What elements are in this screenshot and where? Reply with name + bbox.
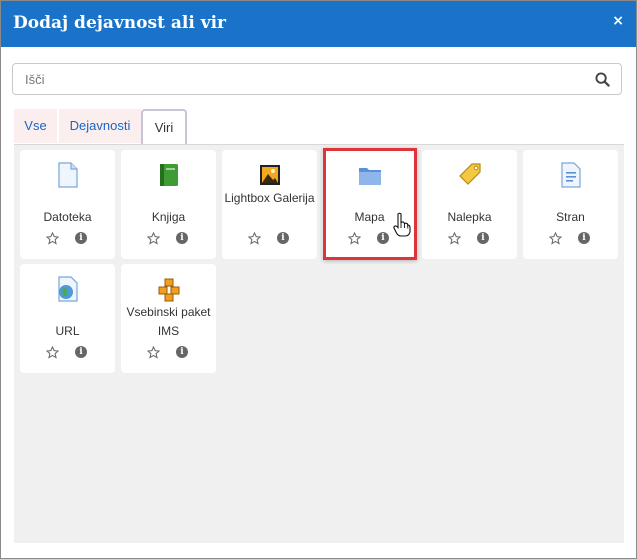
package-icon bbox=[158, 278, 180, 302]
resource-card-knjiga[interactable]: Knjiga i bbox=[121, 150, 216, 259]
resource-label: Knjiga bbox=[151, 210, 186, 224]
resource-card-url[interactable]: URL i bbox=[20, 264, 115, 373]
resource-label: Lightbox Galerija bbox=[224, 191, 315, 205]
search-icon[interactable] bbox=[595, 72, 610, 87]
resource-label: Stran bbox=[556, 210, 585, 224]
resource-card-nalepka[interactable]: Nalepka i bbox=[422, 150, 517, 259]
resource-label: Nalepka bbox=[447, 210, 492, 224]
resource-card-stran[interactable]: Stran i bbox=[523, 150, 618, 259]
star-icon[interactable] bbox=[147, 346, 160, 359]
tab-all[interactable]: Vse bbox=[14, 109, 57, 143]
star-icon[interactable] bbox=[46, 232, 59, 245]
star-icon[interactable] bbox=[549, 232, 562, 245]
star-icon[interactable] bbox=[147, 232, 160, 245]
info-icon[interactable]: i bbox=[477, 232, 489, 244]
resource-card-datoteka[interactable]: Datoteka i bbox=[20, 150, 115, 259]
star-icon[interactable] bbox=[448, 232, 461, 245]
info-icon[interactable]: i bbox=[578, 232, 590, 244]
search-box bbox=[12, 63, 622, 95]
search-input[interactable] bbox=[13, 64, 597, 94]
tag-icon bbox=[459, 163, 481, 185]
resource-label: URL bbox=[55, 324, 80, 338]
book-icon bbox=[160, 164, 178, 186]
resource-card-lightbox-galerija[interactable]: Lightbox Galerija i bbox=[222, 150, 317, 259]
page-icon bbox=[561, 162, 581, 188]
info-icon[interactable]: i bbox=[75, 346, 87, 358]
file-icon bbox=[58, 162, 78, 188]
tab-activities[interactable]: Dejavnosti bbox=[59, 109, 141, 143]
dialog-header: Dodaj dejavnost ali vir × bbox=[1, 1, 636, 47]
resource-card-ims[interactable]: Vsebinski paket IMS i bbox=[121, 264, 216, 373]
info-icon[interactable]: i bbox=[277, 232, 289, 244]
globe-icon bbox=[58, 276, 78, 302]
info-icon[interactable]: i bbox=[176, 232, 188, 244]
dialog-title: Dodaj dejavnost ali vir bbox=[13, 13, 226, 33]
star-icon[interactable] bbox=[46, 346, 59, 359]
tab-resources[interactable]: Viri bbox=[141, 109, 187, 146]
selection-highlight bbox=[323, 148, 417, 260]
resource-label: Datoteka bbox=[43, 210, 92, 224]
resource-label: Vsebinski paket IMS bbox=[126, 305, 211, 338]
info-icon[interactable]: i bbox=[176, 346, 188, 358]
close-icon[interactable]: × bbox=[612, 13, 624, 29]
hand-cursor-icon bbox=[393, 212, 411, 237]
gallery-icon bbox=[260, 165, 280, 185]
star-icon[interactable] bbox=[248, 232, 261, 245]
info-icon[interactable]: i bbox=[75, 232, 87, 244]
add-activity-dialog: Dodaj dejavnost ali vir × Vse Dejavnosti… bbox=[0, 0, 637, 559]
